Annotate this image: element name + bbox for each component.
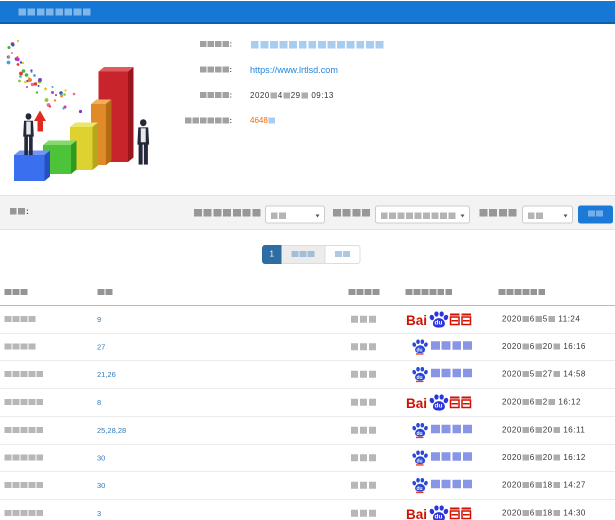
svg-text:du: du: [417, 458, 423, 464]
svg-text:du: du: [417, 375, 423, 381]
svg-text:Bai: Bai: [406, 396, 427, 411]
svg-text:du: du: [435, 403, 443, 410]
svg-text:Bai: Bai: [406, 313, 427, 328]
svg-text:du: du: [417, 486, 423, 492]
svg-text:du: du: [435, 320, 443, 327]
svg-text:du: du: [417, 347, 423, 353]
svg-text:du: du: [417, 431, 423, 437]
svg-text:du: du: [435, 514, 443, 520]
svg-text:Bai: Bai: [406, 507, 427, 520]
